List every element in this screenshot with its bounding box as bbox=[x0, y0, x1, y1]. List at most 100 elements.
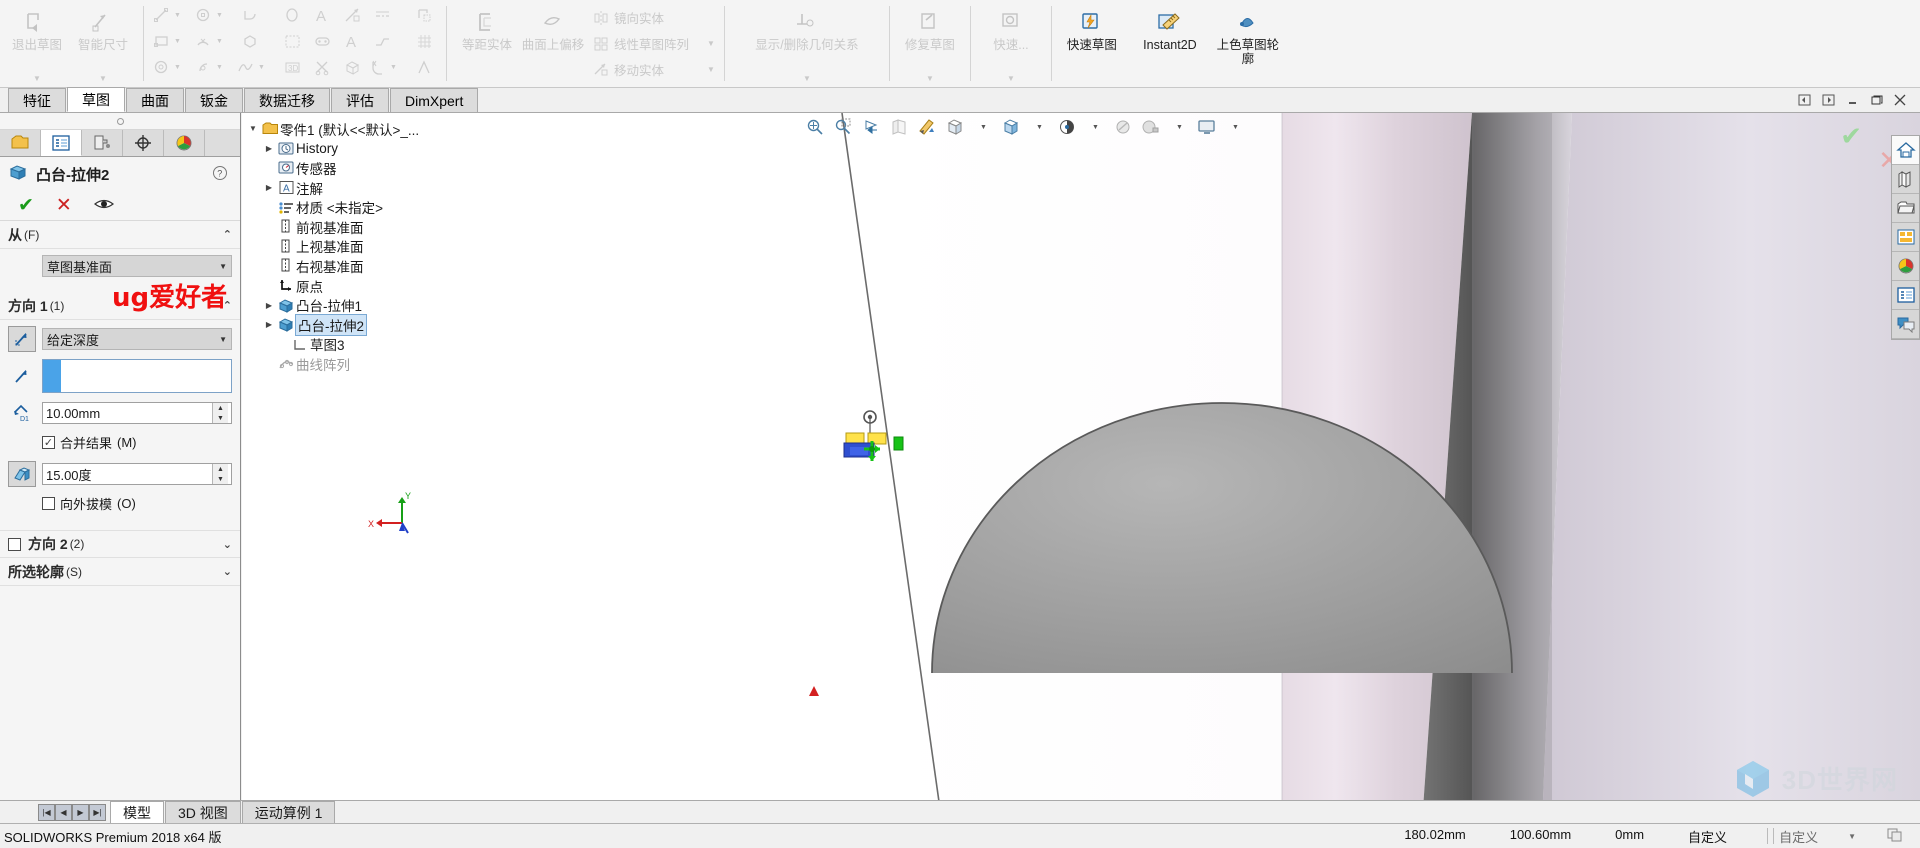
close-icon[interactable] bbox=[1890, 91, 1910, 109]
tree-node-history[interactable]: ▶ History bbox=[242, 139, 572, 159]
draft-outward-checkbox[interactable] bbox=[42, 497, 55, 510]
display-delete-relations-button[interactable]: 显示/删除几何关系 ▼ bbox=[732, 2, 882, 85]
mirror-entities-button[interactable]: 镜向实体 bbox=[588, 5, 715, 31]
chevron-down-icon[interactable]: ▼ bbox=[1848, 832, 1856, 841]
hide-show-items-icon[interactable] bbox=[998, 115, 1024, 139]
display-monitor-caret[interactable]: ▼ bbox=[1222, 115, 1248, 139]
section-view-icon[interactable] bbox=[886, 115, 912, 139]
arrow-rect-icon[interactable]: ▼ bbox=[193, 54, 235, 80]
circle-icon[interactable]: ▼ bbox=[193, 2, 235, 28]
tree-node-top-plane[interactable]: 上视基准面 bbox=[242, 237, 572, 257]
corner-rect-icon[interactable] bbox=[409, 2, 439, 28]
tree-node-origin[interactable]: 原点 bbox=[242, 276, 572, 296]
tab-dimxpert[interactable]: DimXpert bbox=[390, 88, 479, 112]
restore-right-icon[interactable] bbox=[1818, 91, 1838, 109]
panel-pin-row[interactable] bbox=[0, 113, 240, 130]
restore-left-icon[interactable] bbox=[1794, 91, 1814, 109]
spline-icon[interactable]: ▼ bbox=[235, 54, 277, 80]
section-header-from[interactable]: 从 (F) ⌃ bbox=[0, 221, 240, 249]
file-explorer-button[interactable] bbox=[1892, 194, 1919, 223]
chevron-down-icon[interactable]: ▼ bbox=[803, 74, 811, 85]
maximize-icon[interactable] bbox=[1866, 91, 1886, 109]
text-a-icon[interactable]: A bbox=[337, 28, 367, 54]
configuration-manager-tab[interactable] bbox=[82, 130, 123, 156]
chevron-down-icon[interactable]: ▼ bbox=[33, 74, 41, 85]
tab-surfaces[interactable]: 曲面 bbox=[126, 88, 184, 112]
shaded-sketch-contours-button[interactable]: 上色草图轮廓 bbox=[1215, 2, 1281, 85]
rectangle-icon[interactable]: ▼ bbox=[151, 28, 193, 54]
tree-node-right-plane[interactable]: 右视基准面 bbox=[242, 256, 572, 276]
point-icon[interactable] bbox=[337, 2, 367, 28]
spin-down-icon[interactable]: ▼ bbox=[213, 474, 228, 484]
overlay-icon[interactable] bbox=[1886, 827, 1904, 846]
text-icon[interactable]: A bbox=[307, 2, 337, 28]
chevron-down-icon[interactable]: ▼ bbox=[219, 335, 227, 344]
section-header-direction2[interactable]: 方向 2 (2) ⌄ bbox=[0, 530, 240, 558]
tab-evaluate[interactable]: 评估 bbox=[331, 88, 389, 112]
accept-button[interactable]: ✔ bbox=[18, 194, 34, 217]
quick-snaps-button[interactable]: 快速... ▼ bbox=[978, 2, 1044, 85]
chevron-up-icon[interactable]: ⌃ bbox=[223, 228, 232, 241]
expand-collapse-icon[interactable]: ▶ bbox=[262, 320, 276, 329]
bottom-tab-model[interactable]: 模型 bbox=[110, 801, 164, 823]
property-manager-tab[interactable] bbox=[41, 130, 82, 156]
polygon-icon[interactable] bbox=[235, 28, 265, 54]
chevron-down-icon[interactable]: ▼ bbox=[926, 74, 934, 85]
tree-node-boss-extrude2[interactable]: ▶ 凸台-拉伸2 bbox=[242, 313, 572, 336]
tangent-arc-icon[interactable] bbox=[235, 2, 265, 28]
preview-eye-icon[interactable] bbox=[93, 197, 114, 214]
chevron-down-icon[interactable]: ▼ bbox=[1007, 74, 1015, 85]
centerline-icon[interactable] bbox=[367, 2, 397, 28]
draft-angle-stepper[interactable]: 15.00度 ▲ ▼ bbox=[42, 463, 232, 485]
tree-node-boss-extrude1[interactable]: ▶ 凸台-拉伸1 bbox=[242, 295, 572, 315]
display-manager-tab[interactable] bbox=[164, 130, 205, 156]
spin-down-icon[interactable]: ▼ bbox=[213, 413, 228, 423]
chamfer-icon[interactable] bbox=[409, 54, 439, 80]
start-condition-select[interactable]: 草图基准面 ▼ bbox=[42, 255, 232, 277]
jog-icon[interactable] bbox=[367, 28, 397, 54]
repair-sketch-button[interactable]: 修复草图 ▼ bbox=[897, 2, 963, 85]
last-icon[interactable]: ▶| bbox=[89, 803, 106, 821]
tree-node-material[interactable]: 材质 <未指定> bbox=[242, 197, 572, 217]
tree-node-sketch3[interactable]: 草图3 bbox=[242, 335, 572, 355]
depth-stepper[interactable]: 10.00mm ▲ ▼ bbox=[42, 402, 232, 424]
editing-label[interactable]: 自定义 bbox=[1779, 827, 1818, 846]
prev-icon[interactable]: ◀ bbox=[55, 803, 72, 821]
draft-outward-checkbox-row[interactable]: 向外拔模 (O) bbox=[42, 494, 232, 513]
slot-straight-icon[interactable] bbox=[307, 28, 337, 54]
custom-properties-button[interactable] bbox=[1892, 281, 1919, 310]
tree-node-annotations[interactable]: ▶ A 注解 bbox=[242, 178, 572, 198]
chevron-down-icon[interactable]: ▼ bbox=[219, 262, 227, 271]
dimxpert-manager-tab[interactable] bbox=[123, 130, 164, 156]
display-style-caret[interactable]: ▼ bbox=[970, 115, 996, 139]
grid-icon[interactable] bbox=[409, 28, 439, 54]
next-icon[interactable]: ▶ bbox=[72, 803, 89, 821]
chevron-down-icon[interactable]: ⌄ bbox=[223, 538, 232, 551]
hide-show-caret[interactable]: ▼ bbox=[1026, 115, 1052, 139]
feature-manager-tab[interactable] bbox=[0, 130, 41, 156]
tab-features[interactable]: 特征 bbox=[8, 88, 66, 112]
zoom-to-fit-icon[interactable] bbox=[802, 115, 828, 139]
mirror-pattern-icon[interactable] bbox=[277, 28, 307, 54]
fillet-icon[interactable]: ▼ bbox=[367, 54, 409, 80]
instant2d-button[interactable]: Instant2D bbox=[1125, 2, 1215, 85]
cancel-button[interactable]: ✕ bbox=[56, 194, 72, 217]
spin-up-icon[interactable]: ▲ bbox=[213, 403, 228, 413]
appearances-scenes-button[interactable] bbox=[1892, 252, 1919, 281]
draft-spin-arrows[interactable]: ▲ ▼ bbox=[212, 464, 228, 484]
sw-resources-button[interactable] bbox=[1892, 136, 1919, 165]
3d-sketch-icon[interactable]: 3D bbox=[277, 54, 307, 80]
bottom-tab-3dviews[interactable]: 3D 视图 bbox=[165, 801, 241, 823]
tree-node-sensors[interactable]: 传感器 bbox=[242, 158, 572, 178]
display-style-icon[interactable] bbox=[942, 115, 968, 139]
tree-node-part[interactable]: ▼ 零件1 (默认<<默认>_... bbox=[242, 119, 572, 139]
tree-node-front-plane[interactable]: 前视基准面 bbox=[242, 217, 572, 237]
tab-data-migration[interactable]: 数据迁移 bbox=[244, 88, 330, 112]
exit-sketch-button[interactable]: 退出草图 ▼ bbox=[4, 2, 70, 85]
spin-up-icon[interactable]: ▲ bbox=[213, 464, 228, 474]
zoom-to-area-icon[interactable] bbox=[830, 115, 856, 139]
chevron-down-icon[interactable]: ▼ bbox=[689, 39, 715, 48]
draft-angle-icon[interactable] bbox=[8, 461, 36, 487]
move-entities-button[interactable]: 移动实体 ▼ bbox=[588, 56, 715, 82]
direction2-checkbox[interactable] bbox=[8, 537, 21, 551]
